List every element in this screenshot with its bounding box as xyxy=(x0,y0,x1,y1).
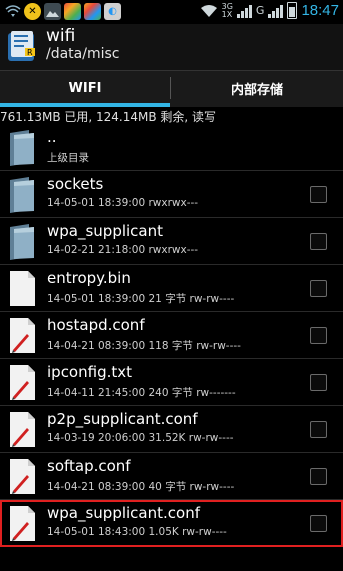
file-row[interactable]: sockets 14-05-01 18:39:00 rwxrwx--- xyxy=(0,171,343,218)
status-bar: ✕ ◐ 3G 1X G 18:47 xyxy=(0,0,343,24)
file-meta: 14-03-19 20:06:00 31.52K rw-rw---- xyxy=(47,432,234,444)
file-name: ipconfig.txt xyxy=(47,363,132,381)
current-path: /data/misc xyxy=(46,46,120,62)
bottom-strip xyxy=(0,557,343,571)
signal-icon xyxy=(268,4,284,18)
network-g-label: G xyxy=(255,4,265,17)
mute-icon: ✕ xyxy=(24,3,41,20)
file-name: sockets xyxy=(47,175,104,193)
select-checkbox[interactable] xyxy=(310,468,327,485)
battery-icon xyxy=(287,2,298,19)
folder-icon xyxy=(7,223,37,260)
text-file-icon xyxy=(7,411,37,448)
file-name: wpa_supplicant.conf xyxy=(47,504,200,522)
file-row[interactable]: softap.conf 14-04-21 08:39:00 40 字节 rw-rw… xyxy=(0,453,343,500)
network-1x-label: 1X xyxy=(221,9,233,19)
app-icon xyxy=(64,3,81,20)
wifi-icon xyxy=(200,4,217,17)
app-icon xyxy=(84,3,101,20)
file-name: p2p_supplicant.conf xyxy=(47,410,198,428)
file-meta: 14-04-11 21:45:00 240 字节 rw------- xyxy=(47,387,236,399)
file-meta: 14-02-21 21:18:00 rwxrwx--- xyxy=(47,244,199,256)
tab-divider xyxy=(170,77,171,99)
file-row[interactable]: wpa_supplicant 14-02-21 21:18:00 rwxrwx--… xyxy=(0,218,343,265)
file-list: .. 上级目录 sockets 14-05-01 18:39:00 rwxrwx---… xyxy=(0,124,343,547)
text-file-icon xyxy=(7,317,37,354)
tab-internal-storage[interactable]: 内部存储 xyxy=(172,71,342,105)
folder-icon xyxy=(7,129,37,166)
storage-info: 761.13MB 已用, 124.14MB 剩余, 读写 xyxy=(0,110,217,124)
file-name: hostapd.conf xyxy=(47,316,145,334)
file-row[interactable]: .. 上级目录 xyxy=(0,124,343,171)
active-tab-indicator xyxy=(0,103,170,107)
file-row[interactable]: entropy.bin 14-05-01 18:39:00 21 字节 rw-rw… xyxy=(0,265,343,312)
file-icon xyxy=(7,270,37,307)
file-name: wpa_supplicant xyxy=(47,222,164,240)
file-meta: 14-05-01 18:39:00 rwxrwx--- xyxy=(47,197,199,209)
select-checkbox[interactable] xyxy=(310,374,327,391)
clock-time: 18:47 xyxy=(301,2,339,19)
file-row[interactable]: hostapd.conf 14-04-21 08:39:00 118 字节 rw-… xyxy=(0,312,343,359)
file-row[interactable]: wpa_supplicant.conf 14-05-01 18:43:00 1.0… xyxy=(0,500,343,547)
text-file-icon xyxy=(7,364,37,401)
folder-icon xyxy=(7,176,37,213)
page-title: wifi xyxy=(46,26,76,46)
tab-bar: WIFI 内部存储 xyxy=(0,70,343,107)
file-meta: 上级目录 xyxy=(47,152,89,164)
file-name: entropy.bin xyxy=(47,269,131,287)
select-checkbox[interactable] xyxy=(310,186,327,203)
file-name: softap.conf xyxy=(47,457,131,475)
file-name: .. xyxy=(47,128,57,146)
text-file-icon xyxy=(7,505,37,542)
file-row[interactable]: ipconfig.txt 14-04-11 21:45:00 240 字节 rw-… xyxy=(0,359,343,406)
file-manager-app-icon[interactable]: R xyxy=(7,30,37,62)
select-checkbox[interactable] xyxy=(310,515,327,532)
svg-text:R: R xyxy=(27,48,33,57)
file-meta: 14-04-21 08:39:00 118 字节 rw-rw---- xyxy=(47,340,241,352)
text-file-icon xyxy=(7,458,37,495)
tab-wifi[interactable]: WIFI xyxy=(0,71,170,105)
gallery-icon xyxy=(44,3,61,20)
file-row[interactable]: p2p_supplicant.conf 14-03-19 20:06:00 31.… xyxy=(0,406,343,453)
wifi-signal-icon xyxy=(4,3,21,20)
title-bar: R wifi /data/misc xyxy=(0,24,343,70)
file-meta: 14-04-21 08:39:00 40 字节 rw-rw---- xyxy=(47,481,235,493)
select-checkbox[interactable] xyxy=(310,233,327,250)
file-meta: 14-05-01 18:43:00 1.05K rw-rw---- xyxy=(47,526,227,538)
file-meta: 14-05-01 18:39:00 21 字节 rw-rw---- xyxy=(47,293,235,305)
select-checkbox[interactable] xyxy=(310,421,327,438)
select-checkbox[interactable] xyxy=(310,280,327,297)
signal-icon xyxy=(236,4,252,18)
app-icon: ◐ xyxy=(104,3,121,20)
select-checkbox[interactable] xyxy=(310,327,327,344)
